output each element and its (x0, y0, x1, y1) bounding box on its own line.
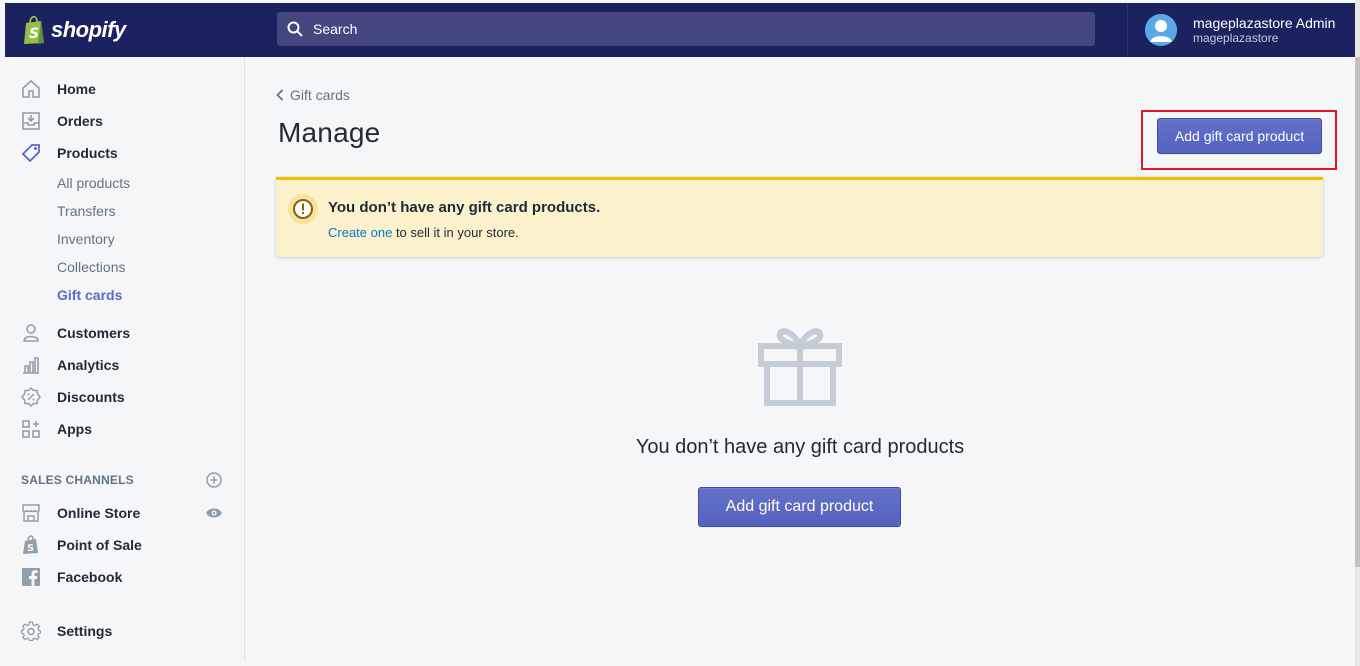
sidebar-item-analytics[interactable]: Analytics (5, 351, 119, 379)
sidebar-sub-transfers[interactable]: Transfers (57, 200, 116, 222)
top-bar: S shopify Search mageplazastore Admin ma… (5, 3, 1355, 57)
sidebar-item-settings[interactable]: Settings (5, 617, 112, 645)
sidebar-item-apps[interactable]: Apps (5, 415, 92, 443)
sidebar-item-discounts[interactable]: Discounts (5, 383, 125, 411)
add-gift-card-product-button[interactable]: Add gift card product (1157, 118, 1322, 154)
sidebar-item-label: Customers (57, 325, 131, 341)
breadcrumb[interactable]: Gift cards (276, 87, 350, 103)
sidebar-item-label: Apps (57, 421, 92, 437)
sub-item-label: All products (57, 175, 131, 191)
tag-icon (21, 143, 41, 163)
banner-title: You don’t have any gift card products. (328, 199, 601, 216)
sidebar-item-label: Orders (57, 113, 103, 129)
svg-text:S: S (29, 26, 39, 42)
view-online-store-button[interactable] (205, 504, 223, 522)
sub-item-label: Inventory (57, 231, 115, 247)
account-menu[interactable]: mageplazastore Admin mageplazastore (1127, 3, 1355, 57)
shopify-bag-icon: S (24, 15, 44, 44)
gear-icon (21, 621, 41, 641)
sidebar-item-label: Online Store (57, 505, 141, 521)
sidebar-item-label: Analytics (57, 357, 120, 373)
account-name: mageplazastore Admin (1193, 15, 1336, 31)
avatar (1145, 14, 1177, 46)
sidebar-sub-all-products[interactable]: All products (57, 172, 130, 194)
sidebar-sub-inventory[interactable]: Inventory (57, 228, 115, 250)
search-placeholder: Search (313, 21, 358, 37)
sub-item-label: Gift cards (57, 287, 123, 303)
sidebar: Home Orders Products All products Transf… (5, 57, 245, 661)
sidebar-item-customers[interactable]: Customers (5, 319, 130, 347)
sidebar-item-label: Settings (57, 623, 113, 639)
sidebar-sub-gift-cards[interactable]: Gift cards (57, 284, 122, 306)
empty-state-title: You don’t have any gift card products (635, 436, 965, 458)
sidebar-item-products[interactable]: Products (5, 139, 118, 167)
gift-icon (758, 328, 842, 406)
svg-text:S: S (27, 543, 34, 554)
empty-state-add-button[interactable]: Add gift card product (698, 487, 901, 527)
shopify-logo[interactable]: S shopify (5, 3, 245, 57)
sidebar-item-online-store[interactable]: Online Store (5, 499, 140, 527)
page-title: Manage (278, 117, 381, 148)
sidebar-item-point-of-sale[interactable]: S Point of Sale (5, 531, 142, 559)
home-icon (21, 79, 41, 99)
banner-text-rest: to sell it in your store. (392, 225, 519, 240)
sidebar-item-label: Point of Sale (57, 537, 142, 553)
sub-item-label: Collections (57, 259, 126, 275)
apps-icon (21, 419, 41, 439)
plus-circle-icon (206, 472, 222, 488)
sidebar-sub-collections[interactable]: Collections (57, 256, 125, 278)
sidebar-item-facebook[interactable]: Facebook (5, 563, 122, 591)
facebook-icon (21, 567, 41, 587)
create-one-link[interactable]: Create one (328, 225, 392, 240)
storefront-icon (21, 503, 41, 523)
banner-text: Create one to sell it in your store. (328, 225, 519, 240)
chevron-left-icon (276, 89, 284, 101)
store-name: mageplazastore (1193, 31, 1279, 45)
person-icon (21, 323, 41, 343)
warning-icon (288, 194, 318, 224)
brand-name: shopify (51, 17, 126, 42)
scrollbar[interactable] (1355, 0, 1360, 666)
shopping-bag-icon: S (21, 535, 41, 555)
search-input[interactable]: Search (277, 12, 1095, 46)
warning-banner: You don’t have any gift card products. C… (276, 177, 1323, 257)
orders-icon (21, 111, 41, 131)
sidebar-item-label: Discounts (57, 389, 125, 405)
breadcrumb-label: Gift cards (290, 87, 350, 103)
eye-icon (206, 508, 222, 518)
user-avatar-icon (1145, 14, 1177, 46)
sub-item-label: Transfers (57, 203, 116, 219)
scrollbar-thumb[interactable] (1355, 57, 1360, 567)
discount-icon (21, 387, 41, 407)
sidebar-item-orders[interactable]: Orders (5, 107, 103, 135)
sidebar-item-label: Home (57, 81, 96, 97)
sidebar-item-label: Products (57, 145, 118, 161)
add-sales-channel-button[interactable] (205, 471, 223, 489)
sales-channels-heading: SALES CHANNELS (21, 473, 134, 487)
sidebar-item-label: Facebook (57, 569, 123, 585)
search-icon (287, 21, 303, 37)
sidebar-item-home[interactable]: Home (5, 75, 96, 103)
bar-chart-icon (21, 355, 41, 375)
